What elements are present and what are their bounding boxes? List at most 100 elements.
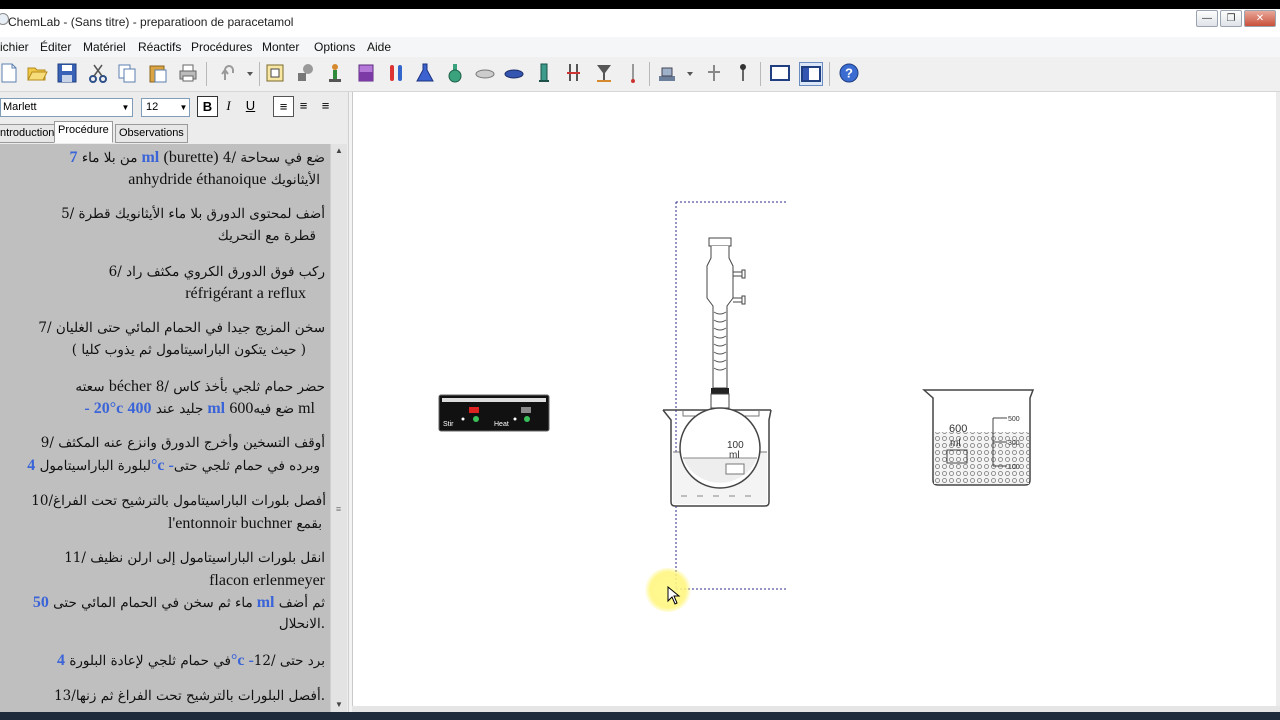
step-8-line-1: سعته bécher 8/ حضر حمام ثلجي بأخذ كاس xyxy=(75,378,325,395)
hotplate-heat-label: Heat xyxy=(494,421,509,428)
undo-icon[interactable] xyxy=(217,62,239,84)
beaker-icon[interactable] xyxy=(355,62,377,84)
step-7-line-1: 7/ سخن المزيج جيدا في الحمام المائي حتى … xyxy=(38,320,325,336)
step-4-line-2: anhydride éthanoique الأيثانويك xyxy=(128,171,320,188)
tab-introduction[interactable]: ntroduction xyxy=(0,124,59,143)
canvas-scrollbar[interactable] xyxy=(1276,92,1280,706)
clamp-icon[interactable] xyxy=(732,62,754,84)
tab-observations[interactable]: Observations xyxy=(115,124,188,143)
balance-dropdown-icon[interactable] xyxy=(684,62,696,84)
apparatus-layer: Stir Heat 100 ml 600 ml 500 300 100 xyxy=(438,201,1035,590)
tab-procedure[interactable]: Procédure xyxy=(54,121,113,143)
test-tubes-icon[interactable] xyxy=(385,62,407,84)
undo-dropdown-icon[interactable] xyxy=(244,62,256,84)
menu-aide[interactable]: Aide xyxy=(367,40,391,54)
scroll-down-icon[interactable]: ▼ xyxy=(331,698,347,712)
chevron-down-icon: ▼ xyxy=(121,103,130,112)
selection-outline xyxy=(675,201,787,590)
dish-icon[interactable] xyxy=(474,62,496,84)
menu-monter[interactable]: Monter xyxy=(262,40,299,54)
beaker-mark-100: 100 xyxy=(1008,464,1020,471)
scroll-up-icon[interactable]: ▲ xyxy=(331,144,347,158)
main-toolbar: ? xyxy=(0,57,1280,92)
beaker-capacity-label: 600 xyxy=(949,423,967,435)
step-11-line-3: ماء ثم سخن في الحمام المائي حتى 50 ml ثم… xyxy=(32,594,325,611)
watch-glass-icon[interactable] xyxy=(503,62,525,84)
step-10-line-1: 10/أفصل بلورات الباراسيتامول بالترشيح تح… xyxy=(31,493,326,509)
step-6-line-1: 6/ ركب فوق الدورق الكروي مكثف راد xyxy=(108,264,325,280)
window-icon[interactable] xyxy=(769,62,791,84)
cut-icon[interactable] xyxy=(87,62,109,84)
pin-icon[interactable] xyxy=(703,62,725,84)
step-5-line-2: قطرة مع التحريك xyxy=(217,228,316,244)
round-flask-icon[interactable] xyxy=(444,62,466,84)
font-size-select[interactable]: 12 ▼ xyxy=(141,98,190,117)
thermometer-icon[interactable] xyxy=(622,62,644,84)
reflux-condenser[interactable] xyxy=(706,237,746,394)
document-scrollbar[interactable]: ▲ ≡ ▼ xyxy=(330,144,347,712)
underline-button[interactable]: U xyxy=(241,96,260,115)
flask-icon[interactable] xyxy=(414,62,436,84)
menu-materiel[interactable]: Matériel xyxy=(83,40,126,54)
flask-unit-label: ml xyxy=(729,450,740,461)
copy-icon[interactable] xyxy=(116,62,138,84)
cylinder-icon[interactable] xyxy=(533,62,555,84)
procedure-pane: Marlett ▼ 12 ▼ B I U ≡ ≡ ≡ ntroduction Pro… xyxy=(0,92,348,720)
scroll-grip-icon[interactable]: ≡ xyxy=(333,504,344,516)
save-icon[interactable] xyxy=(56,62,78,84)
workbench-canvas[interactable]: Stir Heat 100 ml 600 ml 500 300 100 xyxy=(352,92,1279,706)
beaker-unit-label: ml xyxy=(950,438,961,449)
bold-button[interactable]: B xyxy=(197,96,218,117)
print-icon[interactable] xyxy=(177,62,199,84)
beaker-mark-300: 300 xyxy=(1008,440,1020,447)
title-bar: ChemLab - (Sans titre) - preparatioon de… xyxy=(0,9,1280,37)
window-title: ChemLab - (Sans titre) - preparatioon de… xyxy=(8,15,294,29)
format-toolbar: Marlett ▼ 12 ▼ B I U ≡ ≡ ≡ xyxy=(0,92,348,120)
procedure-document[interactable]: من بلا ماء 7 ml (burette) 4/ ضع في سحاحة… xyxy=(0,144,330,712)
new-icon[interactable] xyxy=(0,62,20,84)
svg-text:?: ? xyxy=(845,66,853,81)
funnel-icon[interactable] xyxy=(593,62,615,84)
chevron-down-icon: ▼ xyxy=(179,103,188,112)
burner-icon[interactable] xyxy=(324,62,346,84)
step-13-line-1: 13/أفصل البلورات بالترشيح تحت الفراغ ثم … xyxy=(54,688,325,704)
taskbar xyxy=(0,712,1280,720)
close-button[interactable]: ✕ xyxy=(1244,10,1276,27)
menu-editer[interactable]: Éditer xyxy=(40,40,71,54)
notebook-icon[interactable] xyxy=(264,62,286,84)
minimize-button[interactable]: — xyxy=(1196,10,1218,27)
menu-procedures[interactable]: Procédures xyxy=(191,40,252,54)
step-4-line-1: من بلا ماء 7 ml (burette) 4/ ضع في سحاحة xyxy=(69,149,325,166)
menu-options[interactable]: Options xyxy=(314,40,355,54)
align-left-button[interactable]: ≡ xyxy=(273,96,294,117)
paste-icon[interactable] xyxy=(147,62,169,84)
step-9-line-2: لبلورة الباراسيتامول 4°c -وبرده في حمام … xyxy=(27,457,320,474)
step-10-line-2: l'entonnoir buchner بقمع xyxy=(167,515,322,532)
split-window-icon[interactable] xyxy=(799,62,823,86)
step-11-line-2: flacon erlenmeyer xyxy=(209,572,325,589)
tab-bar: ntroduction Procédure Observations xyxy=(0,121,348,143)
beaker-mark-500: 500 xyxy=(1008,416,1020,423)
round-bottom-flask[interactable] xyxy=(679,393,761,489)
menu-bar: ichier Éditer Matériel Réactifs Procédur… xyxy=(0,37,1280,57)
font-select[interactable]: Marlett ▼ xyxy=(0,98,133,117)
align-right-button[interactable]: ≡ xyxy=(316,96,335,115)
step-6-line-2: réfrigérant a reflux xyxy=(185,285,306,302)
menu-reactifs[interactable]: Réactifs xyxy=(138,40,181,54)
step-12-line-1: في حمام ثلجي لإعادة البلورة 4°c -12/ برد… xyxy=(57,652,325,669)
stand-icon[interactable] xyxy=(563,62,585,84)
step-7-line-2: ( حيث يتكون الباراسيتامول ثم يذوب كليا ) xyxy=(71,342,306,358)
italic-button[interactable]: I xyxy=(219,96,238,115)
align-center-button[interactable]: ≡ xyxy=(294,96,313,115)
step-9-line-1: 9/ أوقف التسخين وأخرج الدورق وانزع عنه ا… xyxy=(40,435,325,451)
tools-icon[interactable] xyxy=(294,62,316,84)
restore-button[interactable]: ❐ xyxy=(1220,10,1242,27)
open-icon[interactable] xyxy=(26,62,48,84)
menu-fichier[interactable]: ichier xyxy=(0,40,29,54)
step-5-line-1: 5/ أضف لمحتوى الدورق بلا ماء الأيثانويك … xyxy=(61,206,325,222)
step-11-line-4: الانحلال. xyxy=(278,616,325,632)
step-11-line-1: 11/ انقل بلورات الباراسيتامول إلى ارلن ن… xyxy=(64,550,325,566)
balance-icon[interactable] xyxy=(656,62,678,84)
hotplate-stir-label: Stir xyxy=(443,421,454,428)
help-icon[interactable]: ? xyxy=(838,62,860,84)
